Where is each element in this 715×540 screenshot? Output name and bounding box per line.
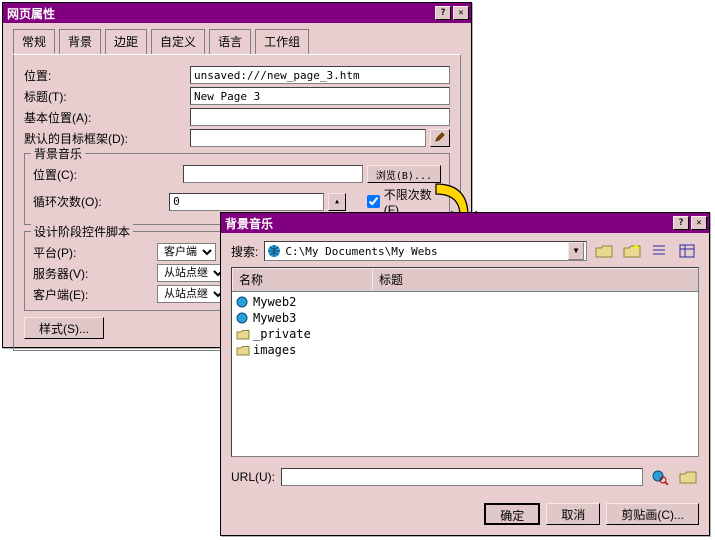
bgm-location-input[interactable] xyxy=(183,165,363,183)
server-label: 服务器(V): xyxy=(33,265,153,282)
globe-folder-icon xyxy=(267,244,281,258)
spin-up-button[interactable]: ▴ xyxy=(328,193,346,211)
help-button[interactable]: ? xyxy=(673,216,689,230)
location-input[interactable] xyxy=(190,66,450,84)
lookin-combo[interactable]: C:\My Documents\My Webs ▼ xyxy=(264,241,587,261)
toolbar: 搜索: C:\My Documents\My Webs ▼ xyxy=(221,233,709,267)
tab-margins[interactable]: 边距 xyxy=(105,29,147,54)
file-browse-button[interactable] xyxy=(677,467,699,487)
loop-label: 循环次数(O): xyxy=(33,193,165,210)
base-label: 基本位置(A): xyxy=(24,109,186,126)
item-name: images xyxy=(253,343,296,357)
file-list: 名称 标题 Myweb2 Myweb3 _privateimages xyxy=(231,267,699,457)
lookin-value: C:\My Documents\My Webs xyxy=(285,245,564,258)
title-input[interactable] xyxy=(190,87,450,105)
unlimited-checkbox[interactable] xyxy=(367,195,380,208)
help-button[interactable]: ? xyxy=(435,6,451,20)
ok-button[interactable]: 确定 xyxy=(484,503,540,525)
list-view-icon xyxy=(651,243,669,259)
globe-search-icon xyxy=(651,469,669,485)
list-item[interactable]: Myweb3 xyxy=(234,310,696,326)
clipart-button[interactable]: 剪贴画(C)... xyxy=(606,503,699,525)
up-folder-button[interactable] xyxy=(593,241,615,261)
frame-label: 默认的目标框架(D): xyxy=(24,130,186,147)
frame-picker-button[interactable] xyxy=(430,129,450,147)
client-label: 客户端(E): xyxy=(33,286,153,303)
file-list-body: Myweb2 Myweb3 _privateimages xyxy=(232,292,698,360)
folder-up-icon xyxy=(595,243,613,259)
pencil-icon xyxy=(435,132,445,142)
folder-new-icon xyxy=(623,243,641,259)
new-folder-button[interactable] xyxy=(621,241,643,261)
base-input[interactable] xyxy=(190,108,450,126)
server-select[interactable]: 从站点继 xyxy=(157,264,227,282)
tab-workgroup[interactable]: 工作组 xyxy=(255,29,309,54)
column-name[interactable]: 名称 xyxy=(232,268,372,291)
chevron-down-icon[interactable]: ▼ xyxy=(568,242,584,260)
folder-open-icon xyxy=(679,469,697,485)
url-row: URL(U): xyxy=(221,457,709,493)
titlebar: 网页属性 ? ✕ xyxy=(3,3,471,23)
web-icon xyxy=(236,312,250,324)
details-view-icon xyxy=(679,243,697,259)
style-button[interactable]: 样式(S)... xyxy=(24,317,104,339)
title-label: 标题(T): xyxy=(24,88,186,105)
tab-language[interactable]: 语言 xyxy=(209,29,251,54)
location-label: 位置: xyxy=(24,67,186,84)
bg-music-legend: 背景音乐 xyxy=(31,145,85,162)
platform-select[interactable]: 客户端 xyxy=(157,243,216,261)
item-name: Myweb2 xyxy=(253,295,296,309)
script-legend: 设计阶段控件脚本 xyxy=(31,223,133,240)
close-button[interactable]: ✕ xyxy=(691,216,707,230)
bgm-browse-button[interactable]: 浏览(B)... xyxy=(367,165,441,183)
folder-icon xyxy=(236,344,250,356)
column-title[interactable]: 标题 xyxy=(372,268,698,291)
tab-custom[interactable]: 自定义 xyxy=(151,29,205,54)
search-label: 搜索: xyxy=(231,243,258,260)
web-icon xyxy=(236,296,250,308)
bg-music-browse-dialog: 背景音乐 ? ✕ 搜索: C:\My Documents\My Webs ▼ 名… xyxy=(220,212,710,536)
platform-label: 平台(P): xyxy=(33,244,153,261)
cancel-button[interactable]: 取消 xyxy=(546,503,600,525)
list-item[interactable]: _private xyxy=(234,326,696,342)
details-view-button[interactable] xyxy=(677,241,699,261)
tab-general[interactable]: 常规 xyxy=(13,29,55,54)
dialog-buttons: 确定 取消 剪贴画(C)... xyxy=(221,493,709,525)
titlebar: 背景音乐 ? ✕ xyxy=(221,213,709,233)
client-select[interactable]: 从站点继 xyxy=(157,285,227,303)
file-list-header: 名称 标题 xyxy=(232,268,698,292)
url-input[interactable] xyxy=(281,468,643,486)
item-name: _private xyxy=(253,327,311,341)
url-label: URL(U): xyxy=(231,470,275,484)
folder-icon xyxy=(236,328,250,340)
close-button[interactable]: ✕ xyxy=(453,6,469,20)
list-view-button[interactable] xyxy=(649,241,671,261)
item-name: Myweb3 xyxy=(253,311,296,325)
tab-strip: 常规 背景 边距 自定义 语言 工作组 xyxy=(3,23,471,54)
bgm-location-label: 位置(C): xyxy=(33,166,179,183)
loop-input[interactable] xyxy=(169,193,324,211)
list-item[interactable]: images xyxy=(234,342,696,358)
window-title: 网页属性 xyxy=(7,5,433,22)
web-browse-button[interactable] xyxy=(649,467,671,487)
tab-background[interactable]: 背景 xyxy=(59,29,101,54)
frame-input[interactable] xyxy=(190,129,426,147)
list-item[interactable]: Myweb2 xyxy=(234,294,696,310)
window-title: 背景音乐 xyxy=(225,215,671,232)
